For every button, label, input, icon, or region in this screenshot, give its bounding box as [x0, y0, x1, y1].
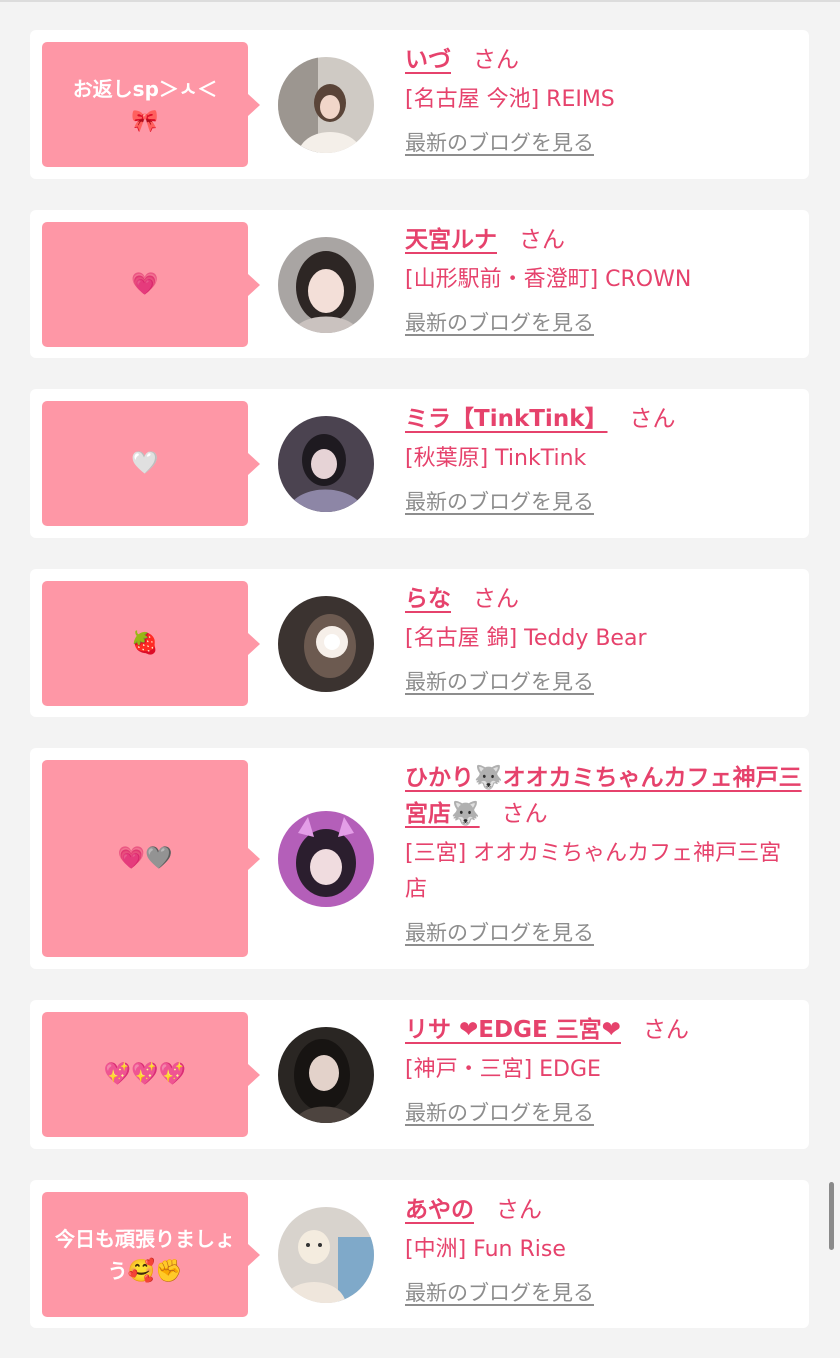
list-item: 💗 天宮ルナ さん [山形駅前・香澄町] CROWN 最新のブログを見る — [30, 210, 809, 358]
honorific: さん — [496, 1197, 542, 1223]
honorific: さん — [501, 801, 548, 827]
list-item: 💖💖💖 リサ ❤EDGE 三宮❤ さん [神戸・三宮] EDGE 最新のブログを見… — [30, 1000, 809, 1149]
shop-label: [神戸・三宮] EDGE — [405, 1057, 601, 1082]
shop-label: [三宮] オオカミちゃんカフェ神戸三宮店 — [405, 841, 782, 902]
avatar[interactable] — [278, 596, 374, 692]
message-bubble: 💖💖💖 — [42, 1012, 260, 1137]
top-divider — [0, 0, 840, 2]
shop-label: [名古屋 錦] Teddy Bear — [405, 626, 647, 651]
item-info: らな さん [名古屋 錦] Teddy Bear 最新のブログを見る — [405, 581, 803, 697]
shop-label: [名古屋 今池] REIMS — [405, 87, 615, 112]
shop-label: [秋葉原] TinkTink — [405, 446, 587, 471]
avatar[interactable] — [278, 1027, 374, 1123]
honorific: さん — [642, 1017, 689, 1043]
sparkling-heart-emoji: 💖💖💖 — [103, 1061, 187, 1087]
list-item: 🍓 らな さん [名古屋 錦] Teddy Bear 最新のブログを見る — [30, 569, 809, 717]
smiling-emoji: 🥰✊ — [127, 1258, 183, 1284]
user-name-link[interactable]: リサ ❤EDGE 三宮❤ — [405, 1017, 621, 1043]
strawberry-emoji: 🍓 — [131, 630, 159, 656]
user-name-link[interactable]: らな — [405, 586, 451, 612]
item-info: ひかり🐺オオカミちゃんカフェ神戸三宮店🐺 さん [三宮] オオカミちゃんカフェ神戸… — [405, 760, 803, 948]
avatar[interactable] — [278, 237, 374, 333]
list-item: 💗🩶 ひかり🐺オオカミちゃんカフェ神戸三宮店🐺 さん [三宮] オオカミちゃんカフ… — [30, 748, 809, 969]
message-bubble: お返しsp＞ㅅ＜ 🎀 — [42, 42, 260, 167]
avatar[interactable] — [278, 57, 374, 153]
user-name-link[interactable]: いづ — [405, 47, 451, 73]
shop-label: [山形駅前・香澄町] CROWN — [405, 267, 692, 292]
shop-label: [中洲] Fun Rise — [405, 1237, 566, 1262]
avatar[interactable] — [278, 811, 374, 907]
honorific: さん — [473, 47, 519, 73]
latest-blog-link[interactable]: 最新のブログを見る — [405, 1278, 594, 1308]
user-name-link[interactable]: 天宮ルナ — [405, 227, 497, 253]
item-info: ミラ【TinkTink】 さん [秋葉原] TinkTink 最新のブログを見る — [405, 401, 803, 517]
list-item: お返しsp＞ㅅ＜ 🎀 いづ さん [名古屋 今池] REIMS 最新のブログを見る — [30, 30, 809, 179]
honorific: さん — [473, 586, 519, 612]
message-bubble: 💗🩶 — [42, 760, 260, 957]
avatar[interactable] — [278, 1207, 374, 1303]
message-bubble: 今日も頑張りましょう🥰✊ — [42, 1192, 260, 1317]
heart-emoji: 💗🩶 — [117, 845, 173, 871]
honorific: さん — [629, 406, 676, 432]
user-name-link[interactable]: ミラ【TinkTink】 — [405, 406, 608, 432]
latest-blog-link[interactable]: 最新のブログを見る — [405, 487, 594, 517]
message-bubble: 💗 — [42, 222, 260, 347]
item-info: リサ ❤EDGE 三宮❤ さん [神戸・三宮] EDGE 最新のブログを見る — [405, 1012, 803, 1128]
white-heart-emoji: 🤍 — [131, 450, 159, 476]
item-info: あやの さん [中洲] Fun Rise 最新のブログを見る — [405, 1192, 803, 1308]
user-name-link[interactable]: あやの — [405, 1197, 474, 1223]
message-text: お返しsp＞ㅅ＜ — [72, 76, 218, 101]
user-name-link[interactable]: ひかり🐺オオカミちゃんカフェ神戸三宮店🐺 — [405, 765, 802, 827]
latest-blog-link[interactable]: 最新のブログを見る — [405, 308, 594, 338]
latest-blog-link[interactable]: 最新のブログを見る — [405, 1098, 594, 1128]
list-item: 今日も頑張りましょう🥰✊ あやの さん [中洲] Fun Rise 最新のブログを… — [30, 1180, 809, 1328]
honorific: さん — [519, 227, 565, 253]
scrollbar[interactable] — [829, 1182, 834, 1250]
list-item: 🤍 ミラ【TinkTink】 さん [秋葉原] TinkTink 最新のブログを見… — [30, 389, 809, 538]
heart-emoji: 💗 — [131, 271, 159, 297]
message-bubble: 🤍 — [42, 401, 260, 526]
latest-blog-link[interactable]: 最新のブログを見る — [405, 667, 594, 697]
item-info: 天宮ルナ さん [山形駅前・香澄町] CROWN 最新のブログを見る — [405, 222, 803, 338]
avatar[interactable] — [278, 416, 374, 512]
ribbon-emoji: 🎀 — [131, 108, 159, 134]
message-bubble: 🍓 — [42, 581, 260, 706]
latest-blog-link[interactable]: 最新のブログを見る — [405, 918, 594, 948]
latest-blog-link[interactable]: 最新のブログを見る — [405, 128, 594, 158]
item-info: いづ さん [名古屋 今池] REIMS 最新のブログを見る — [405, 42, 803, 158]
